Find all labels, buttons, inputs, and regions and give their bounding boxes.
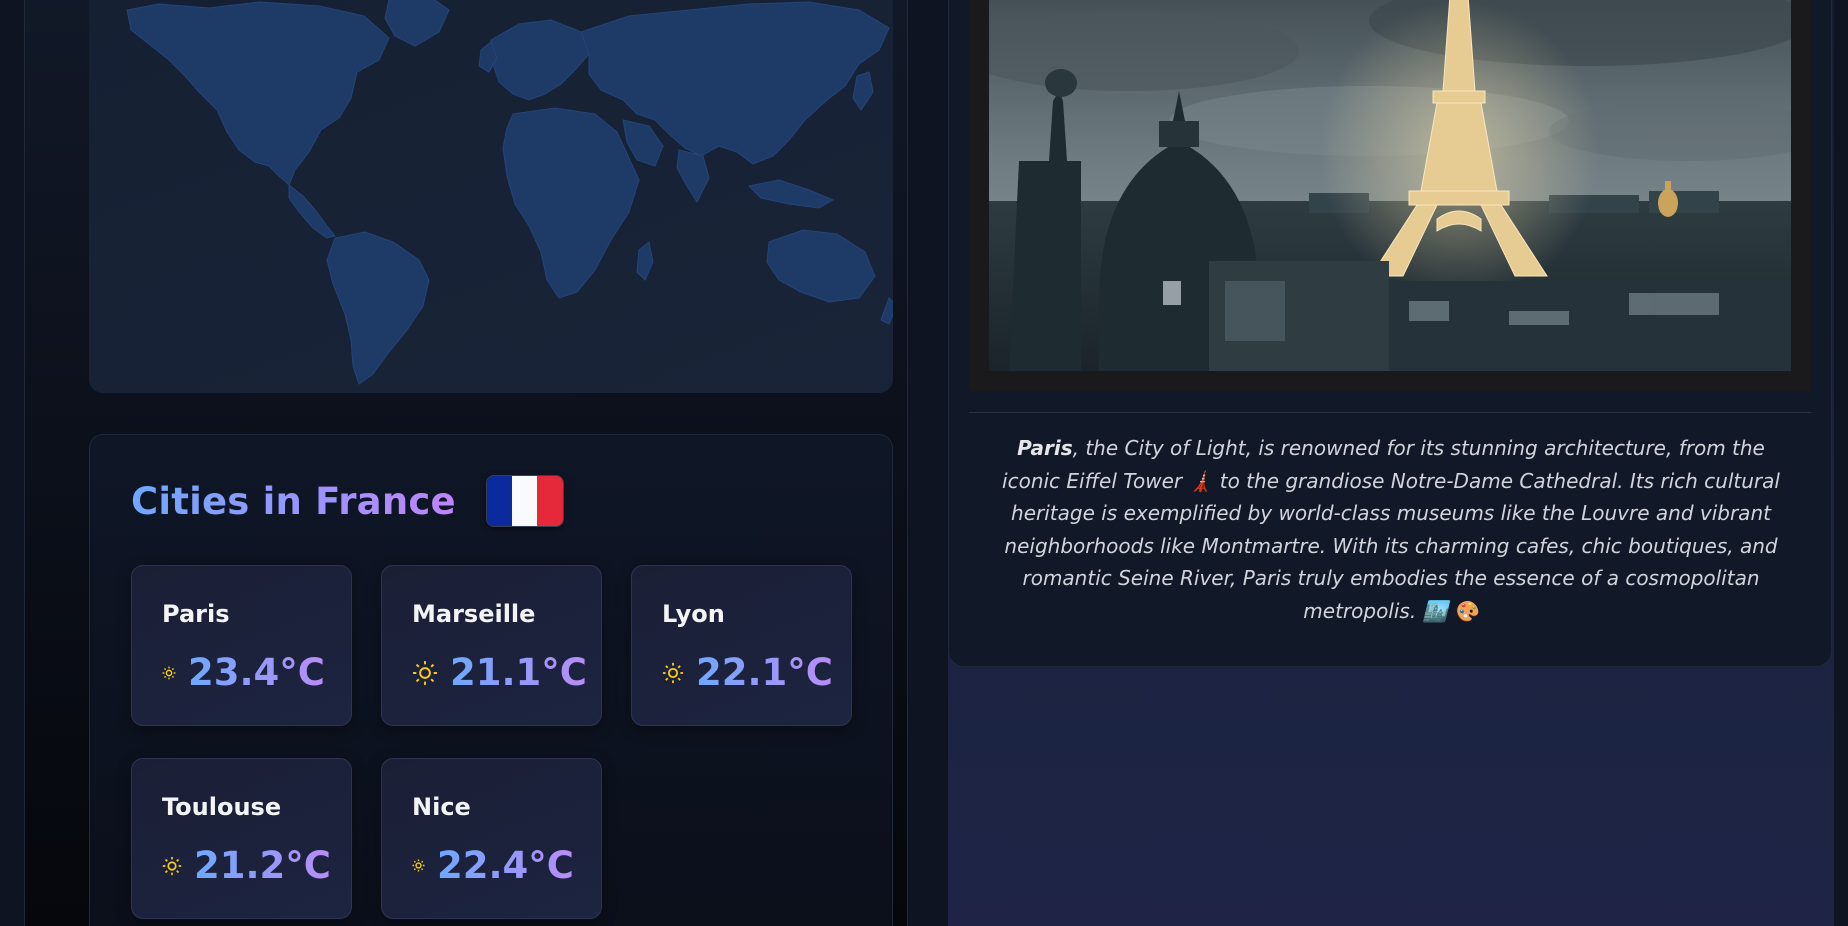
- city-name: Lyon: [662, 600, 725, 628]
- sun-icon: [162, 666, 176, 680]
- city-name: Nice: [412, 793, 471, 821]
- world-map-card: [89, 0, 893, 393]
- city-description: Paris, the City of Light, is renowned fo…: [989, 432, 1793, 627]
- left-panel: Cities in France Paris 23.4°C Marseille: [24, 0, 908, 926]
- city-temperature: 23.4°C: [188, 651, 325, 694]
- sun-icon: [662, 662, 684, 684]
- city-card-marseille[interactable]: Marseille 21.1°C: [381, 565, 602, 726]
- city-name: Paris: [162, 600, 230, 628]
- city-temperature: 22.4°C: [437, 844, 574, 887]
- city-card-paris[interactable]: Paris 23.4°C: [131, 565, 352, 726]
- city-temperature: 21.2°C: [194, 844, 331, 887]
- city-card-toulouse[interactable]: Toulouse 21.2°C: [131, 758, 352, 919]
- description-lead: Paris: [1017, 436, 1073, 460]
- sun-icon: [412, 660, 438, 686]
- divider: [969, 412, 1811, 413]
- description-body: , the City of Light, is renowned for its…: [1002, 436, 1780, 623]
- cities-header: Cities in France: [131, 475, 564, 527]
- city-name: Toulouse: [162, 793, 282, 821]
- france-flag-icon: [485, 475, 564, 527]
- sun-icon: [162, 856, 182, 876]
- cities-title: Cities in France: [131, 479, 456, 523]
- eiffel-tower-photo: [989, 0, 1791, 371]
- world-map: [126, 0, 893, 385]
- city-card-lyon[interactable]: Lyon 22.1°C: [631, 565, 852, 726]
- photo-frame: [969, 0, 1811, 391]
- city-name: Marseille: [412, 600, 536, 628]
- right-panel: Paris, the City of Light, is renowned fo…: [948, 0, 1834, 926]
- cities-card: Cities in France Paris 23.4°C Marseille: [89, 434, 893, 926]
- city-temperature: 22.1°C: [696, 651, 833, 694]
- city-card-nice[interactable]: Nice 22.4°C: [381, 758, 602, 919]
- city-temperature: 21.1°C: [450, 651, 587, 694]
- city-detail-card: Paris, the City of Light, is renowned fo…: [948, 0, 1832, 667]
- sun-icon: [412, 859, 425, 872]
